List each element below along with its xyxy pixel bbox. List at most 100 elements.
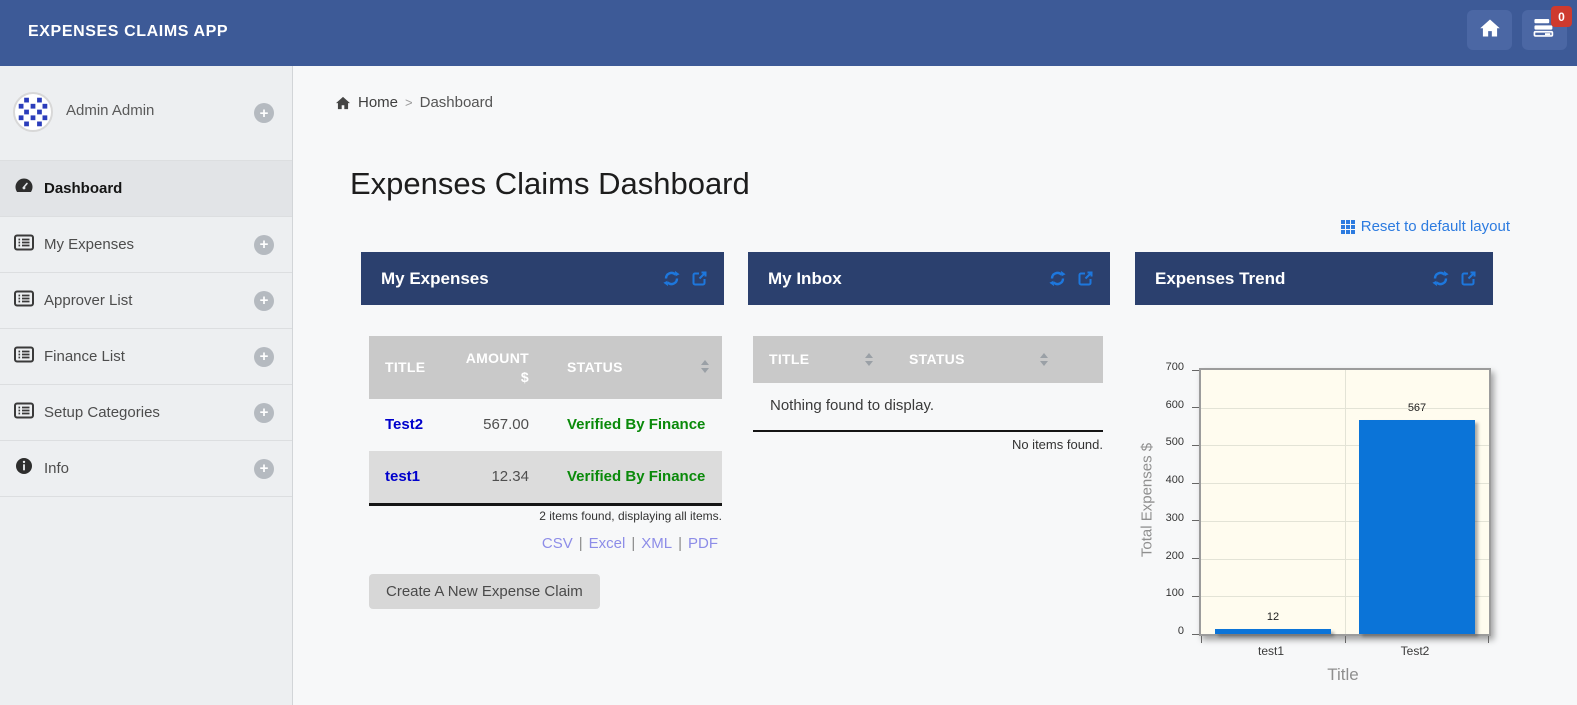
inbox-table-header-row: TITLE STATUS (753, 336, 1103, 383)
inbox-footer-text: No items found. (1011, 437, 1103, 452)
sort-caret-icon[interactable] (1040, 353, 1049, 366)
link-separator: | (631, 535, 636, 552)
expense-title-link[interactable]: test1 (385, 468, 420, 485)
sidebar-item-info[interactable]: Info + (0, 441, 292, 497)
expense-amount: 12.34 (491, 468, 529, 485)
expense-status: Verified By Finance (567, 468, 706, 485)
home-nav-button[interactable] (1467, 10, 1512, 50)
y-tick-label: 400 (1165, 474, 1184, 487)
refresh-icon[interactable] (1049, 270, 1066, 292)
expand-icon[interactable]: + (254, 402, 274, 423)
table-bottom-border (753, 430, 1103, 432)
page-title: Expenses Claims Dashboard (350, 166, 750, 201)
y-tick-mark (1192, 633, 1199, 635)
column-header-title[interactable]: TITLE (769, 351, 809, 367)
x-tick-mark (1201, 636, 1202, 643)
bar-Test2 (1359, 420, 1475, 634)
expand-icon[interactable]: + (254, 290, 274, 311)
top-navbar: EXPENSES CLAIMS APP 0 (0, 0, 1577, 66)
list-alt-icon (12, 402, 36, 424)
column-header-amount[interactable]: AMOUNT $ (459, 349, 529, 387)
y-tick-mark (1192, 595, 1199, 597)
expand-user-icon[interactable]: + (254, 103, 274, 123)
my-expenses-panel-header: My Expenses (361, 252, 724, 305)
column-header-status[interactable]: STATUS (909, 351, 965, 367)
y-tick-label: 200 (1165, 549, 1184, 562)
breadcrumb-home-link[interactable]: Home (358, 94, 398, 111)
export-xml-link[interactable]: XML (641, 535, 672, 552)
external-link-icon[interactable] (691, 270, 708, 292)
x-tick-mark (1345, 636, 1346, 643)
y-tick-label: 600 (1165, 398, 1184, 411)
main-content: Home > Dashboard Expenses Claims Dashboa… (294, 66, 1577, 705)
chart-x-axis-title: Title (1327, 665, 1359, 684)
column-header-title[interactable]: TITLE (385, 359, 425, 375)
app-title: EXPENSES CLAIMS APP (28, 23, 229, 40)
sidebar-item-dashboard[interactable]: Dashboard (0, 161, 292, 217)
sidebar-item-setup-categories[interactable]: Setup Categories + (0, 385, 292, 441)
external-link-icon[interactable] (1077, 270, 1094, 292)
sidebar-item-finance-list[interactable]: Finance List + (0, 329, 292, 385)
y-tick-mark (1192, 558, 1199, 560)
expenses-trend-panel-header: Expenses Trend (1135, 252, 1493, 305)
table-header-row: TITLE AMOUNT $ STATUS (369, 336, 722, 399)
expand-icon[interactable]: + (254, 346, 274, 367)
y-tick-mark (1192, 369, 1199, 371)
panel-title: My Expenses (381, 269, 489, 288)
y-tick-label: 300 (1165, 511, 1184, 524)
notification-badge: 0 (1551, 6, 1572, 27)
list-alt-icon (12, 290, 36, 312)
chart-y-axis-ticks: 0 100 200 300 400 500 600 700 (1152, 361, 1192, 637)
expense-title-link[interactable]: Test2 (385, 416, 423, 433)
y-tick-mark (1192, 482, 1199, 484)
list-alt-icon (12, 346, 36, 368)
link-separator: | (578, 535, 583, 552)
sidebar-item-label: Dashboard (44, 180, 123, 197)
avatar (13, 92, 53, 132)
export-excel-link[interactable]: Excel (589, 535, 626, 552)
list-alt-icon (12, 234, 36, 256)
external-link-icon[interactable] (1460, 270, 1477, 292)
export-pdf-link[interactable]: PDF (688, 535, 718, 552)
sidebar-item-my-expenses[interactable]: My Expenses + (0, 217, 292, 273)
my-inbox-panel-header: My Inbox (748, 252, 1110, 305)
create-expense-claim-button[interactable]: Create A New Expense Claim (369, 574, 600, 609)
x-tick-mark (1488, 636, 1489, 643)
y-tick-label: 700 (1165, 361, 1184, 373)
user-name: Admin Admin (66, 102, 155, 119)
chart-x-axis-labels: test1 Test2 (1199, 644, 1487, 658)
expand-icon[interactable]: + (254, 234, 274, 255)
x-tick-label: Test2 (1400, 644, 1430, 658)
sidebar-user-row[interactable]: Admin Admin + (0, 66, 292, 161)
x-tick-label: test1 (1257, 644, 1284, 658)
my-expenses-table: TITLE AMOUNT $ STATUS Test2 567.00 Verif… (369, 336, 722, 506)
sidebar-item-approver-list[interactable]: Approver List + (0, 273, 292, 329)
task-queue-button[interactable]: 0 (1522, 6, 1572, 50)
bar-test1 (1215, 629, 1331, 634)
column-header-status[interactable]: STATUS (567, 359, 623, 375)
breadcrumb-separator: > (405, 95, 413, 110)
y-tick-label: 0 (1177, 625, 1184, 637)
panel-title: My Inbox (768, 269, 842, 288)
expand-icon[interactable]: + (254, 458, 274, 479)
sort-caret-icon[interactable] (701, 360, 710, 373)
items-found-summary: 2 items found, displaying all items. (539, 509, 722, 523)
y-tick-mark (1192, 407, 1199, 409)
refresh-icon[interactable] (663, 270, 680, 292)
sidebar-item-label: My Expenses (44, 236, 135, 253)
refresh-icon[interactable] (1432, 270, 1449, 292)
export-csv-link[interactable]: CSV (542, 535, 573, 552)
panel-title: Expenses Trend (1155, 269, 1286, 288)
breadcrumb: Home > Dashboard (335, 94, 493, 111)
y-tick-mark (1192, 520, 1199, 522)
y-tick-mark (1192, 444, 1199, 446)
expense-status: Verified By Finance (567, 416, 706, 433)
y-tick-label: 500 (1165, 436, 1184, 449)
sort-caret-icon[interactable] (865, 353, 874, 366)
home-icon (1479, 18, 1501, 43)
reset-layout-link[interactable]: Reset to default layout (1340, 218, 1510, 235)
bar-value-label: 12 (1266, 611, 1280, 624)
inbox-empty-message: Nothing found to display. (770, 397, 934, 414)
table-row: test1 12.34 Verified By Finance (369, 451, 722, 503)
breadcrumb-home-icon (335, 96, 351, 110)
